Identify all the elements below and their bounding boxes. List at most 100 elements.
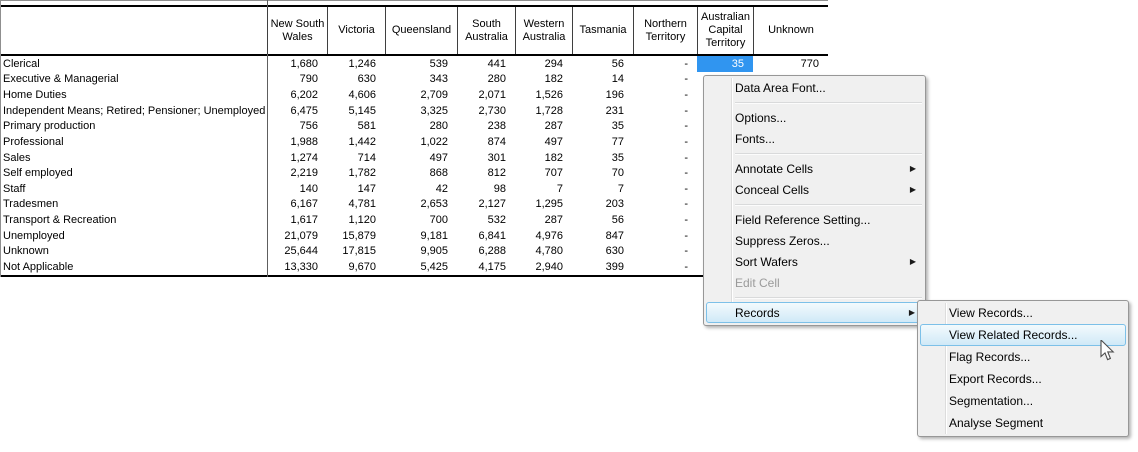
data-cell[interactable]: 532 (457, 212, 515, 228)
data-cell[interactable]: 847 (572, 228, 633, 244)
data-cell[interactable]: 2,730 (457, 103, 515, 119)
data-cell[interactable]: - (633, 150, 697, 166)
data-cell[interactable]: 874 (457, 134, 515, 150)
data-cell[interactable]: 630 (572, 244, 633, 260)
column-header-unknown[interactable]: Unknown (753, 7, 828, 54)
column-header-new-south-wales[interactable]: New South Wales (267, 7, 327, 54)
data-cell[interactable]: 1,782 (327, 165, 385, 181)
data-cell[interactable]: 1,442 (327, 134, 385, 150)
data-cell[interactable]: 5,425 (385, 259, 457, 275)
row-label-clerical[interactable]: Clerical (0, 56, 267, 72)
data-cell[interactable]: 1,617 (267, 212, 327, 228)
menu-item-data-area-font[interactable]: Data Area Font... (706, 77, 923, 98)
data-cell[interactable]: 2,127 (457, 197, 515, 213)
data-cell[interactable]: 196 (572, 87, 633, 103)
data-cell[interactable]: 630 (327, 72, 385, 88)
data-cell[interactable]: 9,181 (385, 228, 457, 244)
row-label-professional[interactable]: Professional (0, 134, 267, 150)
data-cell[interactable]: 441 (457, 56, 515, 72)
data-cell[interactable]: - (633, 103, 697, 119)
column-header-australian-capital-territory[interactable]: Australian Capital Territory (697, 7, 753, 54)
data-cell[interactable]: 294 (515, 56, 572, 72)
row-label-tradesmen[interactable]: Tradesmen (0, 197, 267, 213)
data-cell[interactable]: 280 (457, 72, 515, 88)
column-header-tasmania[interactable]: Tasmania (572, 7, 633, 54)
menu-item-suppress-zeros[interactable]: Suppress Zeros... (706, 230, 923, 251)
data-cell[interactable]: 238 (457, 119, 515, 135)
data-cell[interactable]: - (633, 228, 697, 244)
data-cell[interactable]: - (633, 181, 697, 197)
selected-cell[interactable]: 35 (697, 56, 753, 72)
data-cell[interactable]: 17,815 (327, 244, 385, 260)
data-cell[interactable]: 77 (572, 134, 633, 150)
data-cell[interactable]: 1,988 (267, 134, 327, 150)
data-cell[interactable]: 4,606 (327, 87, 385, 103)
data-cell[interactable]: 2,940 (515, 259, 572, 275)
data-cell[interactable]: 182 (515, 72, 572, 88)
row-label-self-employed[interactable]: Self employed (0, 165, 267, 181)
data-cell[interactable]: 812 (457, 165, 515, 181)
data-cell[interactable]: 714 (327, 150, 385, 166)
data-cell[interactable]: 790 (267, 72, 327, 88)
column-header-northern-territory[interactable]: Northern Territory (633, 7, 697, 54)
submenu-item-export-records[interactable]: Export Records... (920, 368, 1126, 390)
data-cell[interactable]: - (633, 244, 697, 260)
data-cell[interactable]: 4,175 (457, 259, 515, 275)
row-label-unemployed[interactable]: Unemployed (0, 228, 267, 244)
data-cell[interactable]: - (633, 56, 697, 72)
menu-item-fonts[interactable]: Fonts... (706, 128, 923, 149)
data-cell[interactable]: 497 (385, 150, 457, 166)
data-cell[interactable]: - (633, 212, 697, 228)
data-cell[interactable]: 6,288 (457, 244, 515, 260)
row-label-executive-managerial[interactable]: Executive & Managerial (0, 72, 267, 88)
data-cell[interactable]: 4,976 (515, 228, 572, 244)
row-label-home-duties[interactable]: Home Duties (0, 87, 267, 103)
data-cell[interactable]: 13,330 (267, 259, 327, 275)
column-header-south-australia[interactable]: South Australia (457, 7, 515, 54)
menu-item-records[interactable]: Records▶ (706, 302, 923, 323)
data-cell[interactable]: 140 (267, 181, 327, 197)
data-cell[interactable]: 1,680 (267, 56, 327, 72)
data-cell[interactable]: 700 (385, 212, 457, 228)
data-cell[interactable]: 21,079 (267, 228, 327, 244)
menu-item-options[interactable]: Options... (706, 107, 923, 128)
data-cell[interactable]: - (633, 197, 697, 213)
data-cell[interactable]: - (633, 87, 697, 103)
data-cell[interactable]: 770 (753, 56, 828, 72)
data-cell[interactable]: 6,202 (267, 87, 327, 103)
data-cell[interactable]: 399 (572, 259, 633, 275)
data-cell[interactable]: 14 (572, 72, 633, 88)
row-label-staff[interactable]: Staff (0, 181, 267, 197)
data-cell[interactable]: 15,879 (327, 228, 385, 244)
data-cell[interactable]: 70 (572, 165, 633, 181)
data-cell[interactable]: 7 (572, 181, 633, 197)
data-cell[interactable]: 1,246 (327, 56, 385, 72)
data-cell[interactable]: 6,475 (267, 103, 327, 119)
data-cell[interactable]: 1,526 (515, 87, 572, 103)
data-cell[interactable]: - (633, 72, 697, 88)
data-cell[interactable]: 35 (572, 150, 633, 166)
data-cell[interactable]: - (633, 165, 697, 181)
data-cell[interactable]: 756 (267, 119, 327, 135)
submenu-item-flag-records[interactable]: Flag Records... (920, 346, 1126, 368)
data-cell[interactable]: 9,670 (327, 259, 385, 275)
data-cell[interactable]: 4,780 (515, 244, 572, 260)
data-cell[interactable]: 5,145 (327, 103, 385, 119)
submenu-item-analyse-segment[interactable]: Analyse Segment (920, 412, 1126, 434)
data-cell[interactable]: - (633, 259, 697, 275)
data-cell[interactable]: 182 (515, 150, 572, 166)
data-cell[interactable]: 280 (385, 119, 457, 135)
menu-item-conceal-cells[interactable]: Conceal Cells▶ (706, 179, 923, 200)
menu-item-annotate-cells[interactable]: Annotate Cells▶ (706, 158, 923, 179)
data-cell[interactable]: 1,120 (327, 212, 385, 228)
data-cell[interactable]: 35 (572, 119, 633, 135)
data-cell[interactable]: 56 (572, 56, 633, 72)
data-cell[interactable]: 868 (385, 165, 457, 181)
data-cell[interactable]: 147 (327, 181, 385, 197)
data-cell[interactable]: 2,071 (457, 87, 515, 103)
row-label-not-applicable[interactable]: Not Applicable (0, 259, 267, 275)
row-label-transport-recreation[interactable]: Transport & Recreation (0, 212, 267, 228)
data-cell[interactable]: 343 (385, 72, 457, 88)
data-cell[interactable]: 1,274 (267, 150, 327, 166)
data-cell[interactable]: 2,653 (385, 197, 457, 213)
